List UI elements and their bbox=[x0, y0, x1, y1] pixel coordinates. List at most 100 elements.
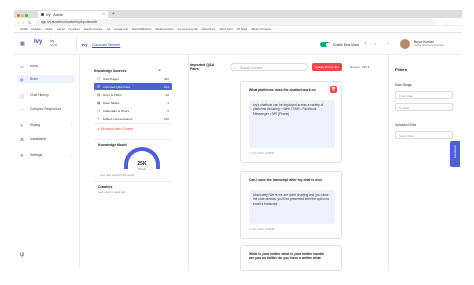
minimize-window-icon[interactable] bbox=[21, 14, 24, 17]
ivy-mark-icon: ψ bbox=[20, 252, 25, 258]
reload-icon[interactable]: ↻ bbox=[28, 20, 31, 25]
qa-question: Can I save the transcript after my chat … bbox=[249, 178, 323, 182]
source-icon: ▤ bbox=[97, 92, 101, 97]
help-icon[interactable]: ? bbox=[364, 41, 367, 46]
sidebar-item-settings[interactable]: ⚙ Settings › bbox=[17, 151, 75, 159]
update-from-file-button[interactable]: Update all from file bbox=[312, 63, 342, 71]
knowledge-source-item[interactable]: ◫ Web Pages 406 bbox=[94, 75, 172, 82]
bookmark-item[interactable]: Jira bbox=[106, 28, 110, 31]
bookmark-item[interactable]: Whattn' Prospect... bbox=[251, 28, 273, 31]
source-label: Docs & PDFs bbox=[103, 92, 122, 97]
bookmark-item[interactable]: XP Slack bbox=[237, 28, 247, 31]
from-date-input[interactable]: From Date bbox=[395, 91, 453, 99]
bookmark-item[interactable]: Ivy Admin bbox=[68, 28, 79, 31]
source-label: Edited Conversations bbox=[103, 116, 133, 121]
forward-icon[interactable]: › bbox=[23, 20, 24, 25]
toggle-knob bbox=[325, 42, 330, 47]
sidebar-item-styling[interactable]: ✎ Styling › bbox=[17, 121, 75, 129]
bookmark-item[interactable]: CODE bbox=[20, 28, 28, 31]
extensions-icon[interactable]: ⋮ bbox=[444, 20, 448, 25]
url-text: app.ivy.ai/admin/chatbot/ivy/inputsearch bbox=[41, 20, 98, 24]
workspace-selector[interactable]: Corporate Website bbox=[92, 43, 120, 47]
app-window: ▦ Ivy Ivy ivy.ai Ivy Corporate Website E… bbox=[14, 33, 462, 271]
browser-tab[interactable]: Ivy - Admin × bbox=[38, 11, 108, 18]
sidebar-item-inbox[interactable]: ▭ Inbox bbox=[17, 62, 75, 70]
knowledge-source-item[interactable]: ▤ Docs & PDFs 38 bbox=[94, 91, 172, 98]
qa-card[interactable]: What platforms does the chatbot work on 🗑… bbox=[240, 81, 342, 163]
column-divider bbox=[188, 55, 189, 269]
search-placeholder: Search Content bbox=[240, 66, 263, 70]
knowledge-source-item[interactable]: ◷ Calendars & Hours 5 bbox=[94, 107, 172, 114]
sort-select[interactable]: Recent - Old ▾ bbox=[350, 65, 369, 69]
notification-icon[interactable]: ♪ bbox=[374, 41, 376, 46]
org-switcher[interactable]: Ivy ivy.ai bbox=[50, 39, 57, 47]
bookmark-item[interactable]: SketchFAB Drive bbox=[132, 28, 152, 31]
avatar[interactable] bbox=[400, 39, 410, 49]
knowledge-source-item[interactable]: ▦ Data Tables 3 bbox=[94, 99, 172, 106]
qa-card[interactable]: What is your twitter what is your twitte… bbox=[240, 245, 342, 271]
header-divider bbox=[76, 37, 77, 51]
styling-icon: ✎ bbox=[20, 123, 24, 128]
sidebar-item-brain[interactable]: ◍ Brain bbox=[17, 75, 75, 83]
knowledge-source-item[interactable]: ☰ Imported Q&A Pairs 103 bbox=[94, 83, 172, 90]
search-input[interactable]: ⌕ Search Content bbox=[230, 63, 308, 71]
bookmark-item[interactable]: Google Ads bbox=[114, 28, 127, 31]
bookmark-item[interactable]: Marketing Drive bbox=[155, 28, 173, 31]
sidebar-item-label: Installation bbox=[30, 137, 47, 141]
source-icon: ◫ bbox=[97, 76, 101, 81]
responses-icon: ⋯ bbox=[20, 107, 24, 112]
qa-answer: Ivy's chatbots can be deployed across a … bbox=[253, 103, 324, 116]
bookmark-item[interactable]: Talent Docs bbox=[219, 28, 233, 31]
app-header: ▦ Ivy Ivy ivy.ai Ivy Corporate Website E… bbox=[14, 33, 462, 55]
url-field[interactable]: app.ivy.ai/admin/chatbot/ivy/inputsearch bbox=[36, 19, 436, 25]
bookmark-item[interactable]: Gemal bbox=[57, 28, 65, 31]
qa-card[interactable]: Can I save the transcript after my chat … bbox=[240, 171, 342, 239]
qa-answer-bubble: Absolutely! We're we are done chatting a… bbox=[249, 190, 335, 224]
uploaded-files-select[interactable]: Select Files bbox=[395, 131, 453, 139]
bookmark-item[interactable]: Netlify bbox=[46, 28, 53, 31]
tab-favicon-icon bbox=[41, 13, 44, 16]
crawlers-title: Crawlers bbox=[98, 185, 113, 189]
knowledge-source-item[interactable]: ✎ Edited Conversations 188 bbox=[94, 115, 172, 122]
bell-icon[interactable]: ◔ bbox=[386, 41, 389, 46]
window-controls[interactable] bbox=[17, 13, 29, 18]
knowledge-sources-title: Knowledge Sources bbox=[94, 69, 127, 73]
qa-question: What platforms does the chatbot work on bbox=[249, 88, 316, 92]
tab-close-icon[interactable]: × bbox=[103, 12, 105, 16]
delete-icon[interactable]: 🗑 bbox=[330, 86, 337, 93]
beta-mode-toggle[interactable] bbox=[320, 42, 330, 47]
sidebar-item-installation[interactable]: ⌘ Installation bbox=[17, 135, 75, 143]
bookmark-item[interactable]: Talent Docs bbox=[202, 28, 216, 31]
sidebar-item-label: Brain bbox=[30, 77, 38, 81]
source-count: 406 bbox=[163, 76, 169, 81]
sidebar-item-label: Settings bbox=[30, 153, 43, 157]
close-window-icon[interactable] bbox=[17, 14, 20, 17]
excluded-content-link[interactable]: ⊘ Excluded Web Content bbox=[97, 127, 133, 131]
source-count: 5 bbox=[167, 108, 169, 113]
source-count: 188 bbox=[163, 116, 169, 121]
sidebar-item-label: Inbox bbox=[30, 64, 39, 68]
qa-answer-bubble: Ivy's chatbots can be deployed across a … bbox=[249, 100, 335, 148]
source-icon: ▦ bbox=[97, 100, 101, 105]
bookmark-item[interactable]: HubSpot bbox=[32, 28, 42, 31]
knowledge-model-note: Your plan supports 30K words bbox=[100, 174, 135, 177]
bookmark-item[interactable]: Ivy at Internet Hill bbox=[178, 28, 198, 31]
collapse-icon[interactable]: ◀ bbox=[158, 68, 160, 72]
source-label: Data Tables bbox=[103, 100, 120, 105]
org-domain: ivy.ai bbox=[50, 43, 58, 47]
maximize-window-icon[interactable] bbox=[25, 14, 28, 17]
source-icon: ◷ bbox=[97, 108, 100, 113]
grid-menu-icon[interactable]: ▦ bbox=[20, 41, 25, 47]
source-label: Imported Q&A Pairs bbox=[103, 84, 131, 89]
new-tab-icon[interactable]: + bbox=[112, 11, 115, 17]
back-icon[interactable]: ‹ bbox=[18, 20, 19, 25]
sidebar-item-label: Complex Responses bbox=[30, 107, 62, 111]
to-date-input[interactable]: To Date bbox=[395, 103, 453, 111]
sidebar-item-chat-history[interactable]: ▢ Chat History bbox=[17, 91, 75, 99]
user-menu[interactable]: Bryce Kunkel Digital Marketing Manager bbox=[414, 40, 444, 48]
bookmark-item[interactable]: Search Console bbox=[84, 28, 102, 31]
gear-icon: ⚙ bbox=[20, 153, 24, 158]
feedback-tab[interactable]: Feedback bbox=[450, 141, 460, 167]
sidebar-item-complex-responses[interactable]: ⋯ Complex Responses bbox=[17, 105, 75, 113]
source-count: 3 bbox=[167, 100, 169, 105]
